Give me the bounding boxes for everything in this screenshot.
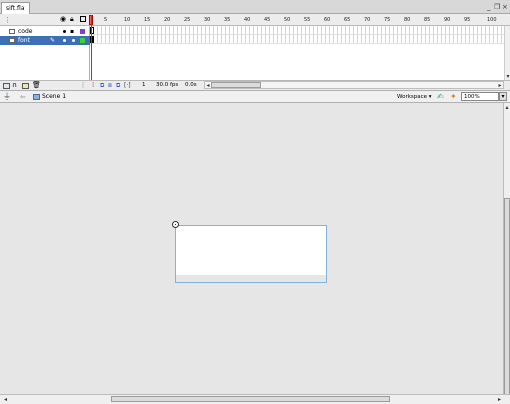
back-arrow-icon[interactable]: ⇐ [20, 91, 26, 103]
ruler-label: 55 [304, 17, 311, 23]
scroll-right-icon[interactable]: ▸ [496, 396, 503, 403]
frame-row-font[interactable] [90, 35, 504, 44]
layer-name: code [18, 28, 33, 35]
outline-color-icon[interactable] [80, 29, 85, 34]
scroll-up-icon[interactable]: ▴ [504, 104, 510, 111]
layer-icon [9, 38, 15, 43]
ruler-label: 90 [444, 17, 451, 23]
timeline-scroll-thumb[interactable] [211, 82, 261, 88]
current-frame-readout: 1 [142, 82, 146, 88]
ruler-label: 65 [344, 17, 351, 23]
ruler-label: 50 [284, 17, 291, 23]
registration-point-icon[interactable] [172, 221, 179, 228]
ruler-label: 15 [144, 17, 151, 23]
scene-name[interactable]: Scene 1 [42, 91, 66, 103]
ruler-label: 30 [204, 17, 211, 23]
ruler-label: 5 [104, 17, 108, 23]
edit-bar: ⏚ ⇐ Scene 1 Workspace ▾ ✍ ✦ [0, 90, 510, 103]
chevron-down-icon[interactable]: ▾ [499, 92, 507, 101]
workspace-menu[interactable]: Workspace ▾ [397, 91, 432, 103]
vertical-scroll-thumb[interactable] [504, 198, 510, 395]
scene-icon [33, 94, 40, 100]
ruler-label: 85 [424, 17, 431, 23]
modify-markers-icon[interactable]: [·] [124, 81, 131, 90]
layer-row-code[interactable]: code ▪ [0, 27, 90, 36]
pencil-icon: ✎ [50, 37, 56, 44]
ruler-label: 75 [384, 17, 391, 23]
visibility-dot-icon[interactable] [63, 30, 66, 33]
ruler-label: 10 [124, 17, 131, 23]
playhead[interactable] [89, 15, 93, 90]
lock-dot-icon[interactable] [72, 39, 75, 42]
ruler-label: 95 [464, 17, 471, 23]
scroll-left-icon[interactable]: ◂ [2, 396, 9, 403]
ruler-label: 80 [404, 17, 411, 23]
ruler-label: 100 [487, 17, 497, 23]
scroll-left-icon[interactable]: | [82, 81, 84, 90]
zoom-select[interactable]: 100% [461, 92, 499, 101]
timeline-vertical-scrollbar[interactable]: ▾ [504, 26, 510, 80]
frame-rate-readout: 30.0 fps [156, 82, 179, 88]
layer-icon [9, 29, 15, 34]
visibility-dot-icon[interactable] [63, 39, 66, 42]
ruler-label: 20 [164, 17, 171, 23]
layer-name: font [18, 37, 30, 44]
ruler-label: 45 [264, 17, 271, 23]
onion-outlines-icon[interactable]: ⧈ [108, 81, 112, 90]
layer-list: code ▪ font ✎ [0, 26, 90, 80]
ruler-label: 60 [324, 17, 331, 23]
scroll-down-icon[interactable]: ▾ [505, 73, 510, 80]
outline-color-icon[interactable] [80, 38, 85, 43]
timeline-toggle-icon[interactable]: ⏚ [3, 91, 11, 103]
motion-guide-icon[interactable]: ∩ [12, 81, 17, 90]
elapsed-time-readout: 0.0s [185, 82, 197, 88]
edit-symbols-icon[interactable]: ✦ [450, 91, 457, 103]
lock-icon[interactable]: ▪ [70, 27, 74, 36]
edit-scene-icon[interactable]: ✍ [437, 91, 444, 103]
insert-layer-icon[interactable] [3, 83, 10, 89]
playhead-line [90, 15, 92, 90]
frames-grid[interactable] [90, 26, 504, 44]
ruler-label: 40 [244, 17, 251, 23]
ruler-label: 70 [364, 17, 371, 23]
ruler-label: 35 [224, 17, 231, 23]
center-frame-icon[interactable]: ⁞ [92, 81, 94, 90]
insert-folder-icon[interactable] [22, 83, 29, 89]
frame-row-code[interactable] [90, 26, 504, 35]
stage-text-field-region[interactable] [176, 275, 326, 282]
edit-multiple-frames-icon[interactable]: ⧉ [116, 81, 120, 90]
onion-skin-icon[interactable]: ⧉ [100, 81, 104, 90]
horizontal-scroll-thumb[interactable] [111, 396, 390, 402]
scroll-right-icon[interactable]: ▸ [497, 82, 503, 89]
layer-row-font[interactable]: font ✎ [0, 36, 90, 45]
delete-layer-icon[interactable]: 🗑︎ [32, 81, 41, 90]
ruler-label: 25 [184, 17, 191, 23]
